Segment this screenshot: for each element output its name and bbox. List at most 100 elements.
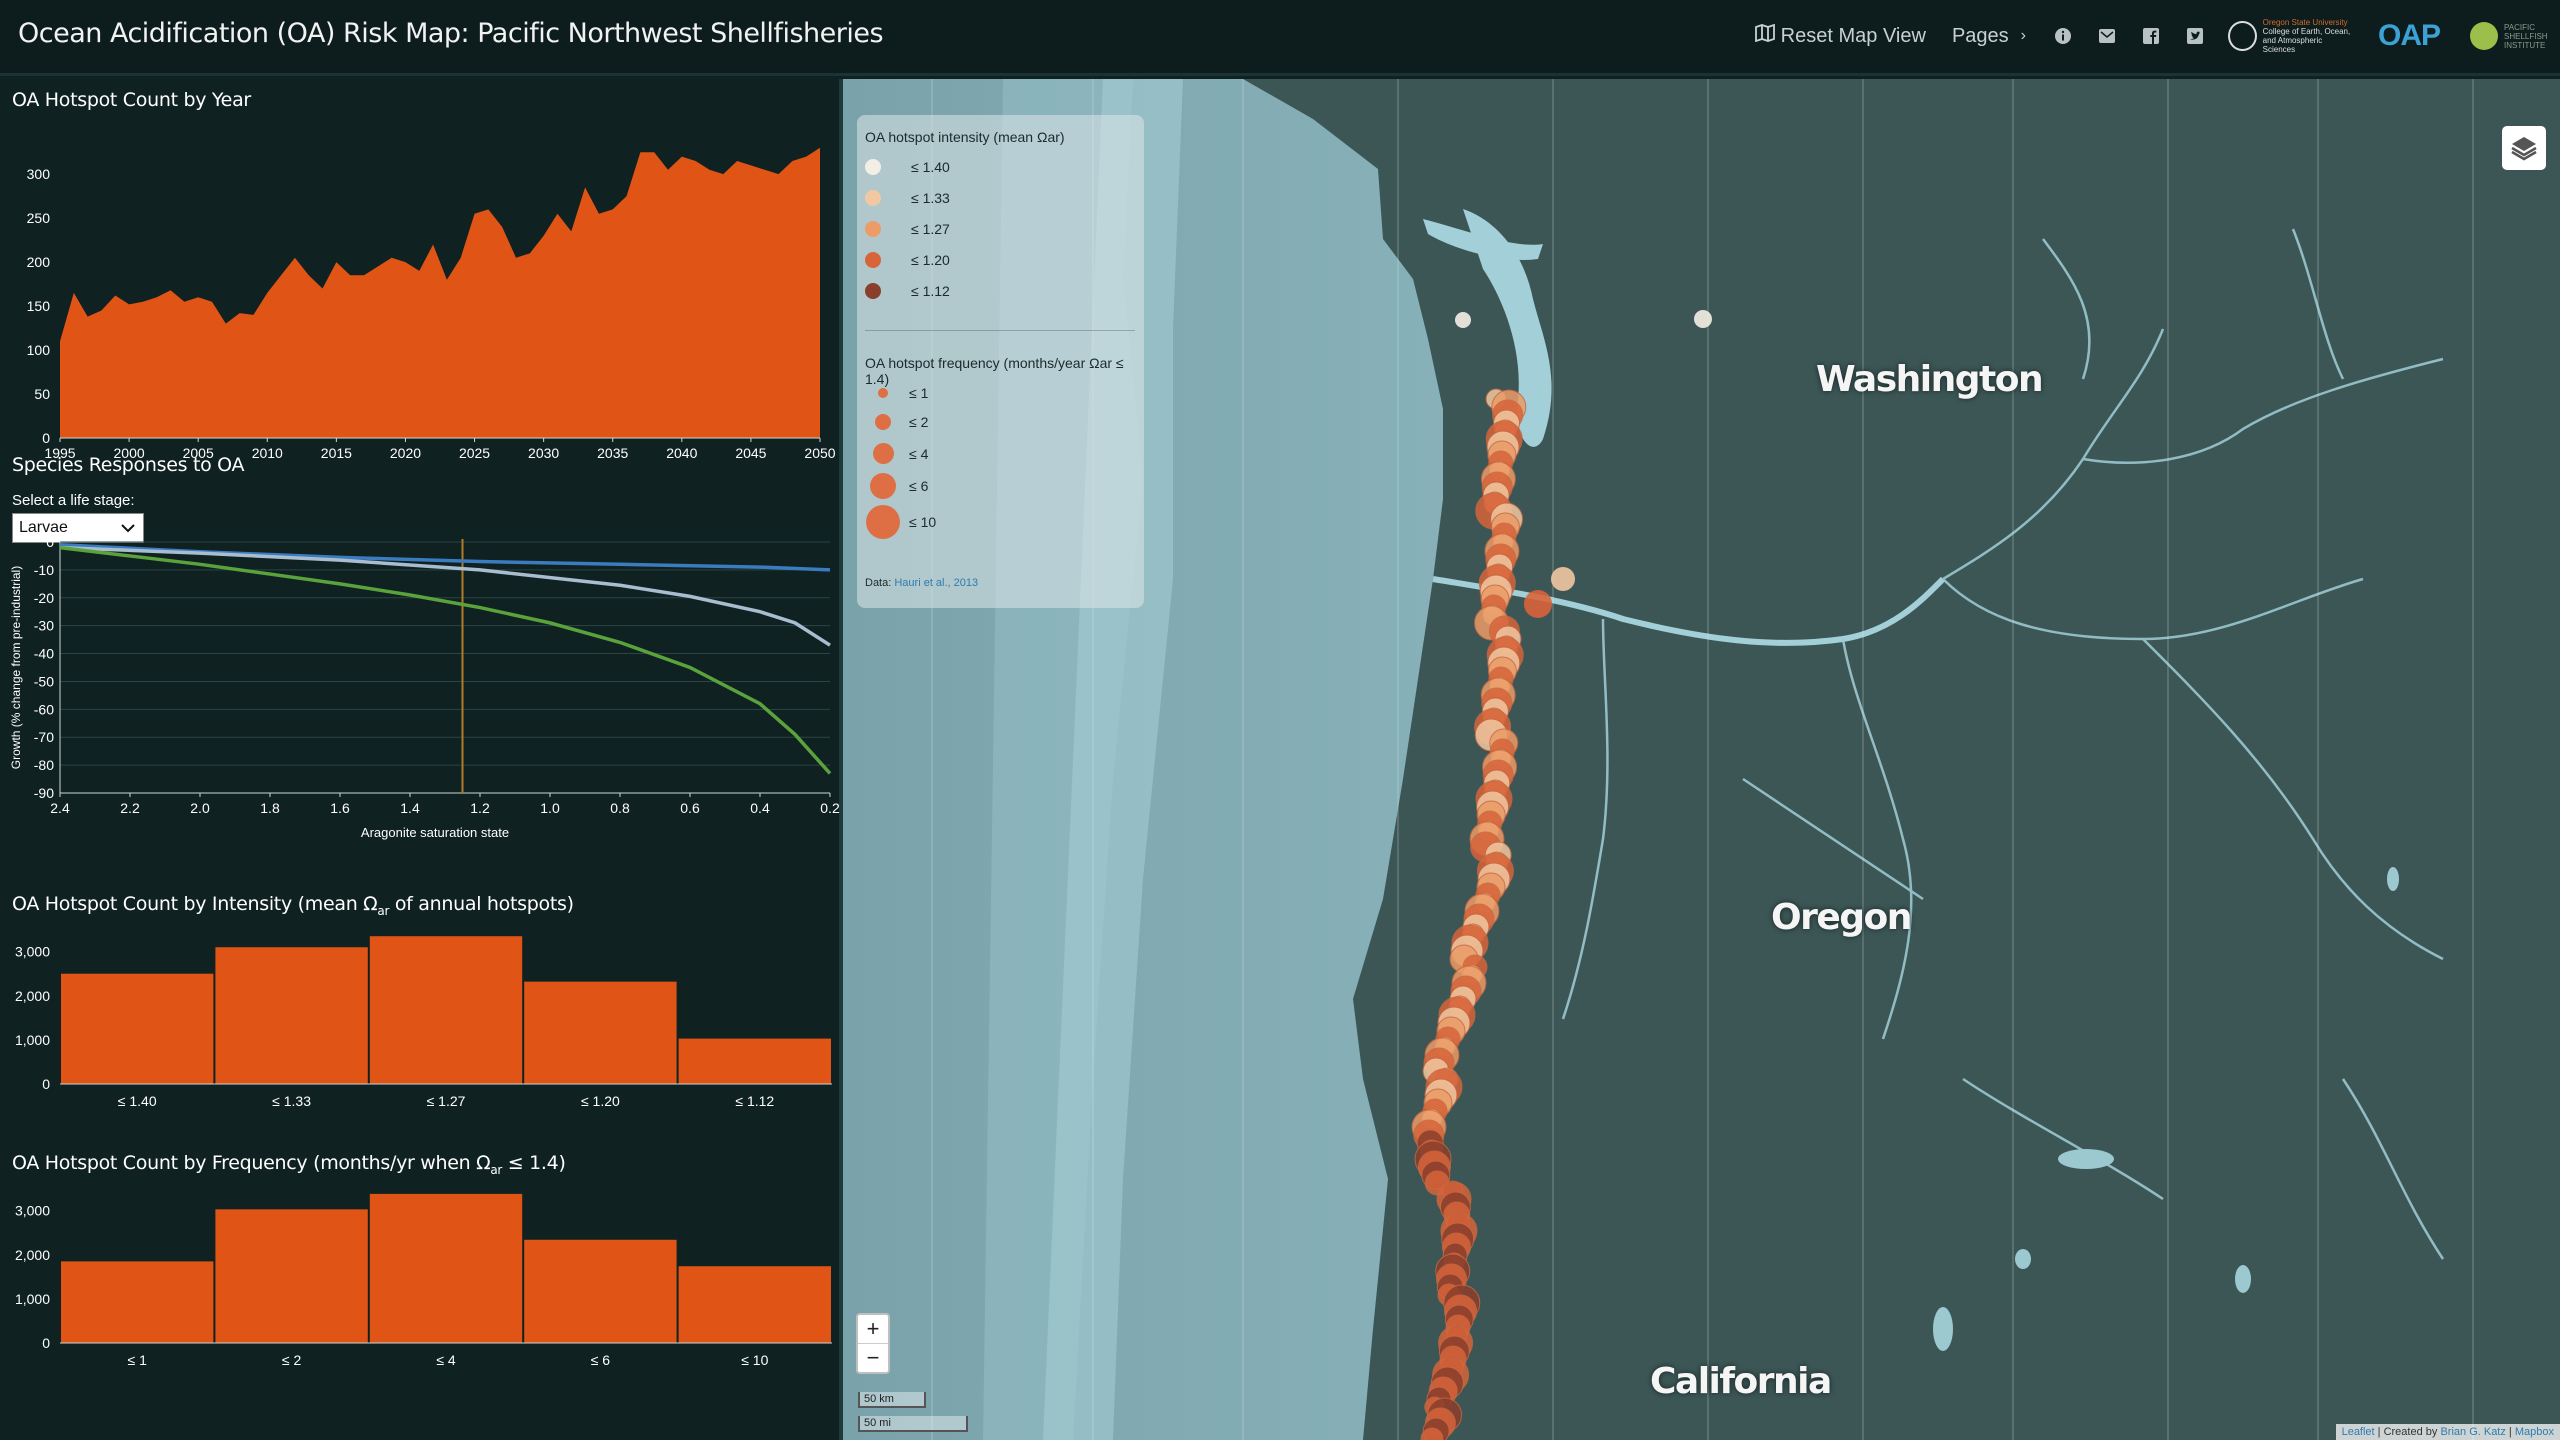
osu-logo-line-1: Oregon State University — [2262, 18, 2348, 27]
x-tick-label: ≤ 1.12 — [735, 1093, 774, 1109]
reset-map-view-button[interactable]: Reset Map View — [1754, 23, 1926, 48]
label-california: California — [1650, 1361, 1832, 1402]
psi-logo-line-3: INSTITUTE — [2504, 40, 2546, 50]
legend-source: Data: Hauri et al., 2013 — [865, 577, 978, 589]
frequency-legend-item: ≤ 1 — [865, 385, 928, 401]
x-tick-label: 2045 — [735, 445, 766, 461]
y-tick-label: 3,000 — [15, 944, 50, 960]
legend-label: ≤ 1.40 — [911, 159, 950, 175]
intensity-title-sub: ar — [377, 903, 390, 918]
y-tick-label: -40 — [34, 646, 54, 662]
species-response-chart: 0 -10 -20 -30 -40 -50 -60 -70 -80 -902.4 2.2 2.0 1.8… — [9, 539, 840, 840]
y-tick-label: 3,000 — [15, 1203, 50, 1219]
y-tick-label: -90 — [34, 785, 54, 801]
osu-logo[interactable]: Oregon State University College of Earth… — [2227, 15, 2352, 57]
intensity-legend-item: ≤ 1.20 — [865, 252, 950, 268]
x-tick-label: 2035 — [597, 445, 628, 461]
y-tick-label: -50 — [34, 673, 54, 689]
legend-size-dot — [875, 414, 891, 430]
life-stage-label: Select a life stage: — [12, 492, 135, 509]
legend-size-dot — [870, 473, 896, 499]
legend-label: ≤ 2 — [909, 414, 929, 430]
bar — [61, 973, 214, 1084]
x-tick-label: ≤ 10 — [741, 1352, 768, 1368]
legend-label: ≤ 1.12 — [911, 283, 950, 299]
y-tick-label: -30 — [34, 618, 54, 634]
legend-swatch — [865, 221, 881, 237]
frequency-title-prefix: OA Hotspot Count by Frequency (months/yr… — [12, 1152, 491, 1174]
y-tick-label: 100 — [27, 342, 51, 358]
y-tick-label: 300 — [27, 166, 51, 182]
frequency-legend-title: OA hotspot frequency (months/year Ωar ≤ … — [865, 355, 1124, 387]
leaflet-link[interactable]: Leaflet — [2342, 1426, 2375, 1438]
x-tick-label: 0.4 — [750, 800, 770, 816]
x-tick-label: 2.2 — [120, 800, 140, 816]
x-tick-label: 2015 — [321, 445, 352, 461]
psi-logo-line-2: SHELLFISH — [2504, 31, 2548, 41]
y-tick-label: 1,000 — [15, 1032, 50, 1048]
psi-logo[interactable]: PACIFIC SHELLFISH INSTITUTE — [2470, 16, 2550, 56]
x-tick-label: ≤ 1 — [128, 1352, 148, 1368]
sidebar: OA Hotspot Count by Year 0 50 100 150 200 250… — [0, 79, 843, 1440]
hotspot-point — [1551, 567, 1575, 591]
y-tick-label: 150 — [27, 298, 51, 314]
author-link[interactable]: Brian G. Katz — [2440, 1426, 2505, 1438]
mapbox-link[interactable]: Mapbox — [2515, 1426, 2554, 1438]
bar — [215, 947, 368, 1084]
x-tick-label: 2050 — [804, 445, 835, 461]
info-icon[interactable] — [2052, 25, 2074, 47]
legend-label: ≤ 6 — [909, 478, 929, 494]
reset-map-view-label: Reset Map View — [1780, 24, 1926, 47]
legend-swatch — [865, 190, 881, 206]
oap-logo[interactable]: OAP — [2378, 19, 2441, 53]
facebook-icon[interactable] — [2140, 25, 2162, 47]
species-series-line — [59, 545, 832, 775]
twitter-icon[interactable] — [2184, 25, 2206, 47]
osu-seal-icon — [2227, 21, 2257, 51]
legend-swatch — [865, 283, 881, 299]
x-tick-label: ≤ 1.33 — [272, 1093, 311, 1109]
hotspot-intensity-chart: ≤ 1.40 ≤ 1.33 ≤ 1.27 ≤ 1.20 ≤ 1.12 0 1,000 2,00… — [15, 936, 832, 1109]
osu-logo-line-2: College of Earth, Ocean, — [2262, 27, 2351, 36]
legend-label: ≤ 1 — [909, 385, 929, 401]
chevron-right-icon: › — [2020, 27, 2026, 44]
x-tick-label: ≤ 1.40 — [118, 1093, 157, 1109]
y-tick-label: -20 — [34, 590, 54, 606]
pages-label: Pages — [1951, 24, 2009, 47]
hotspot-frequency-chart: ≤ 1 ≤ 2 ≤ 4 ≤ 6 ≤ 10 0 1,000 2,000 3,000 — [15, 1193, 832, 1368]
bar — [61, 1261, 214, 1343]
x-tick-label: 0.2 — [820, 800, 840, 816]
y-axis-label: Growth (% change from pre-industrial) — [9, 566, 23, 769]
x-tick-label: ≤ 1.20 — [581, 1093, 620, 1109]
hotspot-year-title: OA Hotspot Count by Year — [12, 89, 251, 111]
x-tick-label: ≤ 1.27 — [427, 1093, 466, 1109]
legend-swatch — [865, 252, 881, 268]
x-tick-label: ≤ 2 — [282, 1352, 302, 1368]
x-tick-label: 0.6 — [680, 800, 700, 816]
bar — [524, 1239, 677, 1343]
label-oregon: Oregon — [1771, 897, 1912, 938]
frequency-legend-item: ≤ 2 — [865, 414, 928, 430]
x-tick-label: 0.8 — [610, 800, 630, 816]
layers-icon — [2511, 137, 2537, 161]
scale-bar-km: 50 km — [858, 1392, 926, 1408]
x-tick-label: 1.8 — [260, 800, 280, 816]
y-tick-label: 50 — [34, 386, 50, 402]
legend-source-link[interactable]: Hauri et al., 2013 — [894, 577, 978, 589]
layers-control[interactable] — [2502, 126, 2546, 170]
x-tick-label: 2.4 — [50, 800, 70, 816]
pages-menu[interactable]: Pages › — [1952, 25, 2026, 48]
attrib-sep-1: | Created by — [2374, 1426, 2441, 1438]
osu-logo-line-3: and Atmospheric Sciences — [2262, 36, 2323, 54]
label-washington: Washington — [1816, 359, 2044, 400]
chevron-down-icon — [121, 520, 135, 536]
map-legend: OA hotspot intensity (mean Ωar) ≤ 1.40 ≤… — [857, 115, 1144, 608]
attrib-sep-2: | — [2505, 1426, 2515, 1438]
frequency-legend-item: ≤ 6 — [865, 473, 928, 499]
zoom-in-button[interactable]: + — [858, 1315, 888, 1344]
y-tick-label: 250 — [27, 210, 51, 226]
zoom-out-button[interactable]: − — [858, 1344, 888, 1372]
email-icon[interactable] — [2096, 25, 2118, 47]
hotspot-point — [1694, 310, 1712, 328]
intensity-legend-item: ≤ 1.40 — [865, 159, 950, 175]
